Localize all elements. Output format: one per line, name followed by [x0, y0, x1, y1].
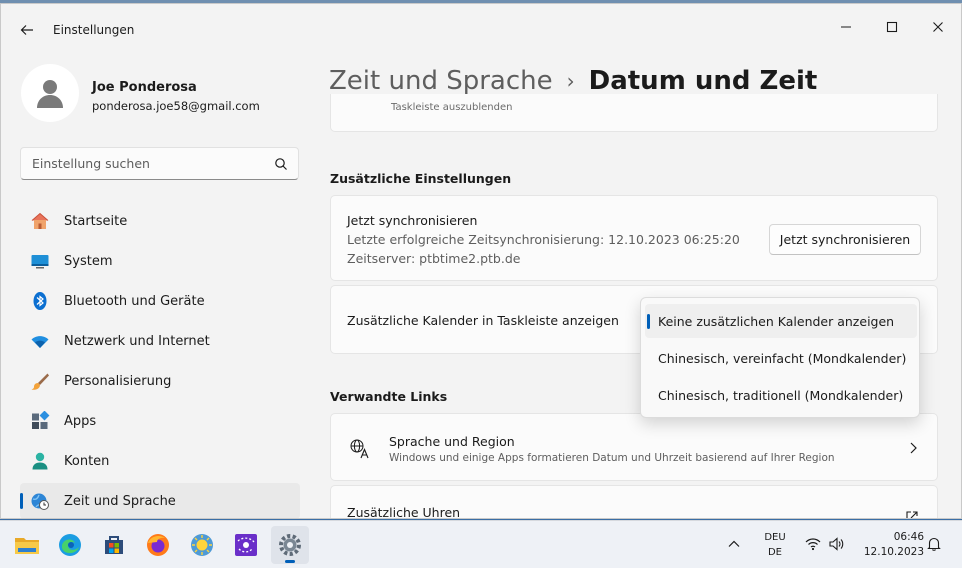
taskbar: DEU DE 06:46 12.10.2023: [0, 520, 962, 568]
additional-clocks-link[interactable]: Zusätzliche Uhren: [330, 485, 938, 519]
calendar-option-label: Chinesisch, vereinfacht (Mondkalender): [658, 351, 907, 366]
language-region-link[interactable]: Sprache und Region Windows und einige Ap…: [330, 413, 938, 481]
sidebar-item-label: Bluetooth und Geräte: [64, 293, 205, 309]
wifi-icon: [31, 336, 49, 348]
settings-icon: [279, 534, 301, 556]
store-icon: [105, 536, 123, 554]
breadcrumb-separator: ›: [566, 69, 575, 93]
user-name: Joe Ponderosa: [92, 80, 197, 95]
sidebar-item-label: Netzwerk und Internet: [64, 333, 210, 349]
calendar-option[interactable]: Keine zusätzlichen Kalender anzeigen: [645, 304, 917, 338]
close-icon: [933, 22, 943, 32]
account-icon: [32, 452, 48, 470]
sidebar-item-home[interactable]: Startseite: [20, 203, 300, 239]
taskbar-weather[interactable]: [183, 526, 221, 564]
calendar-option-label: Chinesisch, traditionell (Mondkalender): [658, 388, 904, 403]
previous-setting-card: Taskleiste auszublenden: [330, 94, 938, 132]
taskbar-file-explorer[interactable]: [8, 526, 46, 564]
arrow-left-icon: [20, 25, 33, 35]
chevron-up-icon[interactable]: [727, 537, 741, 551]
search-input[interactable]: [21, 148, 261, 179]
sidebar-item-apps[interactable]: Apps: [20, 403, 300, 439]
time-server-text: Zeitserver: ptbtime2.ptb.de: [347, 251, 521, 266]
language-region-title: Sprache und Region: [389, 434, 515, 449]
sidebar-item-time-language[interactable]: Zeit und Sprache: [20, 483, 300, 518]
wifi-status-icon[interactable]: [805, 537, 821, 551]
sidebar-item-accounts[interactable]: Konten: [20, 443, 300, 479]
language-icon: [350, 439, 369, 459]
input-language-indicator[interactable]: DEU DE: [760, 530, 790, 560]
last-sync-text: Letzte erfolgreiche Zeitsynchronisierung…: [347, 232, 740, 247]
calendar-dropdown-list: Keine zusätzlichen Kalender anzeigen Chi…: [640, 297, 920, 418]
calendar-option[interactable]: Chinesisch, traditionell (Mondkalender): [645, 378, 917, 412]
firefox-icon: [147, 534, 169, 556]
search-box: [20, 147, 299, 180]
maximize-icon: [886, 21, 898, 33]
taskbar-store[interactable]: [95, 526, 133, 564]
language-region-description: Windows und einige Apps formatieren Datu…: [389, 452, 835, 464]
edge-icon: [59, 534, 81, 556]
taskbar-clock[interactable]: 06:46 12.10.2023: [856, 530, 924, 560]
taskbar-edge[interactable]: [51, 526, 89, 564]
chevron-right-icon: [910, 442, 917, 454]
calendar-label: Zusätzliche Kalender in Taskleiste anzei…: [347, 313, 619, 328]
additional-clocks-title: Zusätzliche Uhren: [347, 505, 461, 519]
volume-icon[interactable]: [828, 536, 844, 552]
sync-card: Jetzt synchronisieren Letzte erfolgreich…: [330, 195, 938, 281]
globe-clock-icon: [31, 493, 49, 510]
taskbar-settings[interactable]: [271, 526, 309, 564]
sidebar-item-label: System: [64, 253, 113, 269]
bluetooth-icon: [33, 292, 47, 310]
weather-icon: [191, 534, 213, 556]
sidebar-nav: Startseite System Bluetooth und Geräte N…: [20, 203, 300, 518]
brush-icon: [31, 373, 49, 390]
sidebar-item-label: Apps: [64, 413, 97, 429]
previous-setting-text: Taskleiste auszublenden: [391, 102, 513, 113]
minimize-button[interactable]: [823, 12, 869, 42]
sync-title: Jetzt synchronisieren: [347, 213, 478, 228]
sidebar-item-system[interactable]: System: [20, 243, 300, 279]
sidebar-item-label: Personalisierung: [64, 373, 172, 389]
calendar-option[interactable]: Chinesisch, vereinfacht (Mondkalender): [645, 341, 917, 375]
section-title-related: Verwandte Links: [330, 389, 448, 404]
sync-now-button[interactable]: Jetzt synchronisieren: [769, 224, 921, 255]
file-explorer-icon: [15, 538, 39, 554]
taskbar-firefox[interactable]: [139, 526, 177, 564]
input-language-code: DEU: [764, 532, 786, 543]
breadcrumb-parent[interactable]: Zeit und Sprache: [329, 66, 553, 96]
search-icon[interactable]: [274, 157, 288, 171]
notification-bell-icon[interactable]: [926, 536, 942, 552]
home-icon: [31, 212, 49, 229]
title-bar: Einstellungen: [1, 4, 961, 52]
clock-date: 12.10.2023: [863, 546, 924, 558]
close-button[interactable]: [915, 12, 961, 42]
sidebar-item-label: Zeit und Sprache: [64, 493, 176, 509]
sidebar-item-personalization[interactable]: Personalisierung: [20, 363, 300, 399]
calendar-option-label: Keine zusätzlichen Kalender anzeigen: [658, 314, 895, 329]
paint-icon: [235, 534, 257, 556]
maximize-button[interactable]: [869, 12, 915, 42]
external-link-icon: [906, 511, 918, 518]
back-button[interactable]: [15, 18, 39, 42]
minimize-icon: [841, 26, 851, 28]
avatar: [21, 64, 79, 122]
page-title: Datum und Zeit: [588, 66, 818, 96]
apps-icon: [32, 411, 50, 429]
section-title-additional: Zusätzliche Einstellungen: [330, 171, 512, 186]
system-icon: [31, 255, 49, 269]
settings-window: Einstellungen Joe Ponderosa ponderosa.jo…: [0, 3, 962, 519]
breadcrumb: Zeit und Sprache › Datum und Zeit: [329, 66, 817, 96]
user-email: ponderosa.joe58@gmail.com: [92, 99, 260, 113]
sidebar-item-bluetooth[interactable]: Bluetooth und Geräte: [20, 283, 300, 319]
clock-time: 06:46: [893, 531, 924, 543]
keyboard-layout-code: DE: [767, 547, 783, 558]
app-title: Einstellungen: [53, 23, 135, 37]
sidebar-item-network[interactable]: Netzwerk und Internet: [20, 323, 300, 359]
sidebar-item-label: Startseite: [64, 213, 128, 229]
taskbar-paint[interactable]: [227, 526, 265, 564]
person-icon: [37, 80, 63, 108]
sidebar-item-label: Konten: [64, 453, 110, 469]
